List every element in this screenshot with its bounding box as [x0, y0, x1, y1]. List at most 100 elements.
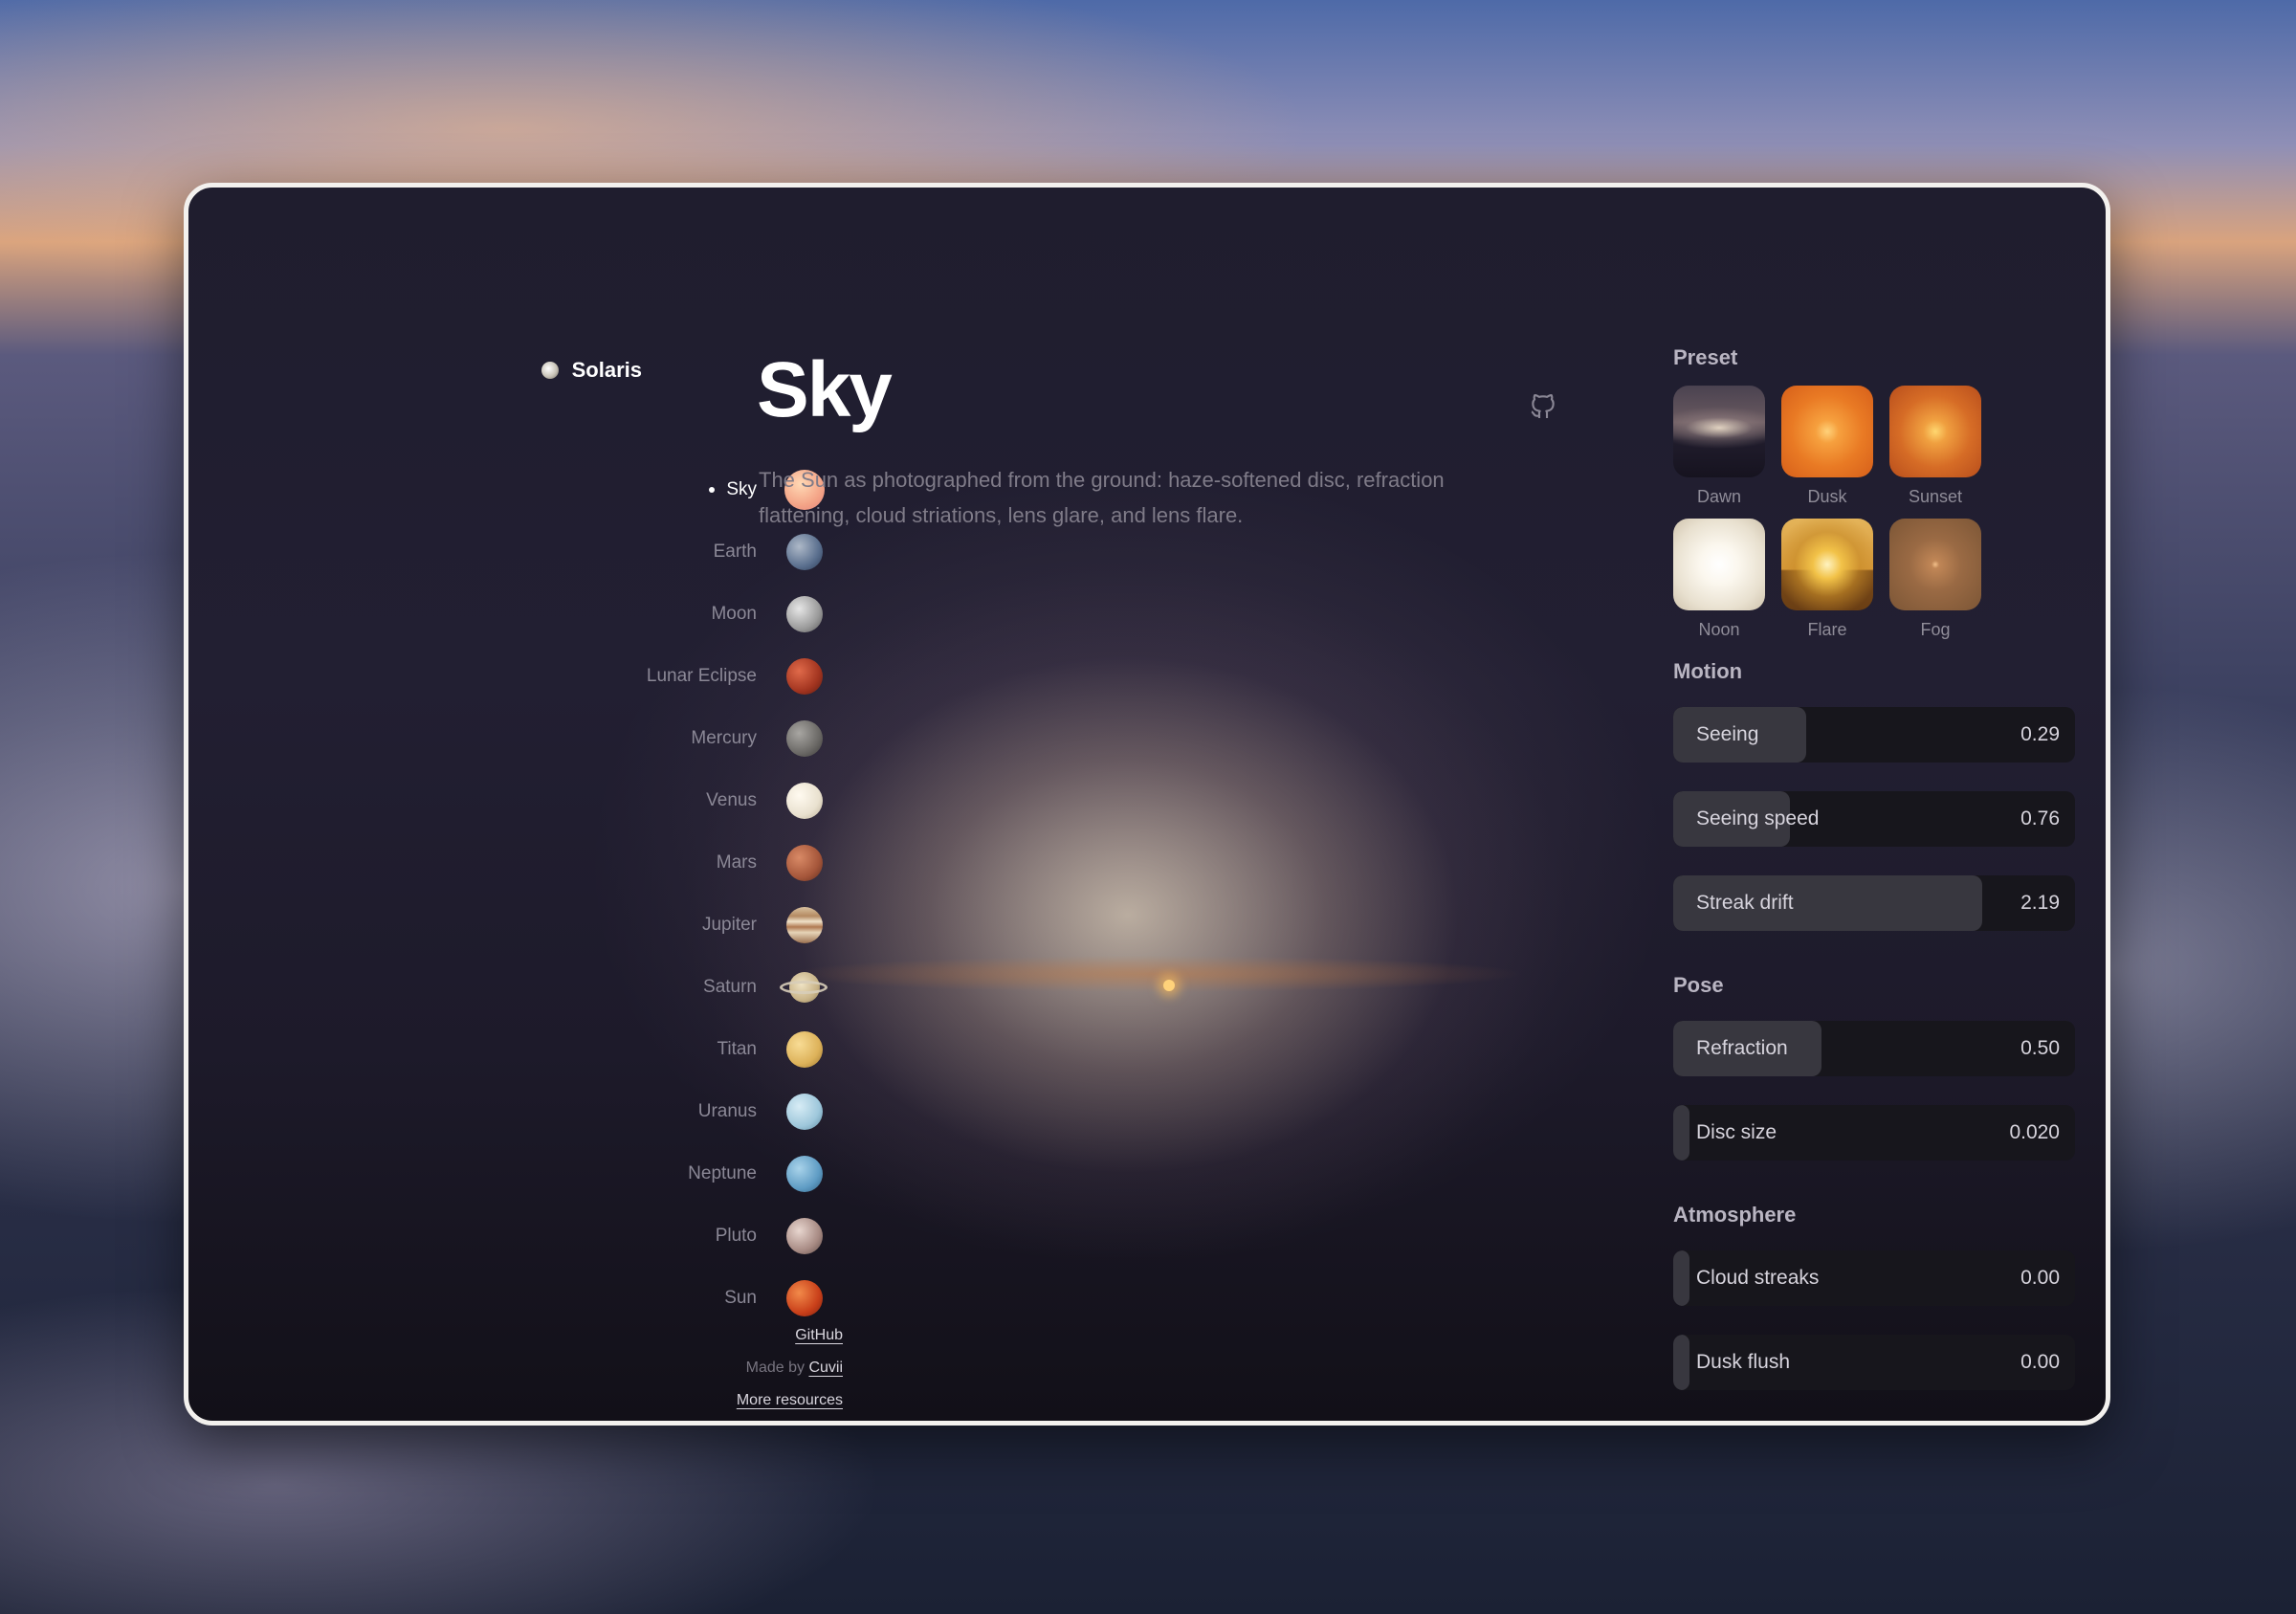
sidebar-item-label: Sky [726, 478, 757, 499]
app-window: Solaris Sky Earth Moon Lunar Eclipse Mer… [184, 183, 2110, 1426]
sidebar-item-pluto[interactable]: Pluto [351, 1205, 839, 1267]
slider-fill [1673, 1250, 1689, 1306]
atmosphere-section-title: Atmosphere [1673, 1203, 1797, 1227]
preset-dusk[interactable]: Dusk [1781, 386, 1873, 507]
sidebar-item-label: Neptune [688, 1162, 757, 1183]
slider-value: 0.50 [2020, 1037, 2060, 1059]
preset-label: Dawn [1696, 487, 1742, 506]
sidebar-item-label: Moon [711, 603, 757, 624]
sidebar-item-label: Mars [716, 851, 757, 873]
sidebar-item-label: Titan [717, 1038, 757, 1059]
brand[interactable]: Solaris [541, 358, 642, 383]
slider-label: Cloud streaks [1696, 1267, 1820, 1289]
slider-label: Seeing speed [1696, 807, 1820, 829]
page-title: Sky [757, 346, 893, 433]
dusk-flush-slider[interactable]: Dusk flush 0.00 [1673, 1335, 2075, 1390]
sidebar-item-label: Earth [713, 541, 757, 562]
preset-dawn[interactable]: Dawn [1673, 386, 1765, 507]
neptune-planet-icon [786, 1155, 823, 1192]
sidebar-item-venus[interactable]: Venus [351, 769, 839, 831]
streak-drift-slider[interactable]: Streak drift 2.19 [1673, 875, 2075, 931]
preset-section-title: Preset [1673, 345, 1738, 369]
titan-planet-icon [786, 1030, 823, 1068]
seeing-speed-slider[interactable]: Seeing speed 0.76 [1673, 791, 2075, 847]
seeing-slider[interactable]: Seeing 0.29 [1673, 707, 2075, 763]
slider-label: Disc size [1696, 1121, 1777, 1143]
sidebar-nav: Sky Earth Moon Lunar Eclipse Mercury Ven… [351, 458, 839, 1329]
solaris-logo-icon [541, 362, 559, 379]
preset-label: Flare [1807, 620, 1847, 639]
slider-value: 0.76 [2020, 807, 2060, 829]
preset-dawn-thumbnail [1673, 386, 1765, 477]
sidebar-item-lunar-eclipse[interactable]: Lunar Eclipse [351, 645, 839, 707]
sun-disc [1163, 980, 1175, 991]
sidebar-item-label: Venus [706, 789, 757, 810]
slider-value: 0.00 [2020, 1267, 2060, 1289]
page-description: The Sun as photographed from the ground:… [759, 468, 1445, 527]
refraction-slider[interactable]: Refraction 0.50 [1673, 1021, 2075, 1076]
slider-value: 0.020 [2009, 1121, 2060, 1143]
preset-label: Sunset [1908, 487, 1963, 506]
sidebar-footer: GitHub Made by Cuvii More resources [737, 1319, 843, 1417]
mercury-planet-icon [786, 719, 823, 757]
sidebar-item-label: Saturn [703, 976, 757, 997]
slider-fill [1673, 1335, 1689, 1390]
saturn-ring-icon [780, 980, 828, 994]
slider-value: 2.19 [2020, 892, 2060, 914]
slider-label: Refraction [1696, 1037, 1788, 1059]
preset-label: Dusk [1807, 487, 1847, 506]
jupiter-planet-icon [786, 906, 823, 943]
slider-value: 0.00 [2020, 1351, 2060, 1373]
made-by-label: Made by [745, 1360, 805, 1376]
more-resources-link[interactable]: More resources [737, 1392, 843, 1408]
preset-sunset-thumbnail [1889, 386, 1981, 477]
preset-sunset[interactable]: Sunset [1889, 386, 1981, 507]
sidebar-item-titan[interactable]: Titan [351, 1018, 839, 1080]
sidebar-item-jupiter[interactable]: Jupiter [351, 894, 839, 956]
preset-dusk-thumbnail [1781, 386, 1873, 477]
uranus-planet-icon [786, 1093, 823, 1130]
lunar-eclipse-planet-icon [786, 657, 823, 695]
moon-planet-icon [786, 595, 823, 632]
github-icon[interactable] [1528, 391, 1558, 422]
motion-section-title: Motion [1673, 659, 1743, 683]
pluto-planet-icon [786, 1217, 823, 1254]
slider-label: Dusk flush [1696, 1351, 1791, 1373]
sidebar-item-uranus[interactable]: Uranus [351, 1080, 839, 1142]
cloud-streaks-slider[interactable]: Cloud streaks 0.00 [1673, 1250, 2075, 1306]
slider-label: Seeing [1696, 723, 1759, 745]
sun-planet-icon [786, 1279, 823, 1316]
disc-size-slider[interactable]: Disc size 0.020 [1673, 1105, 2075, 1161]
sidebar-item-saturn[interactable]: Saturn [351, 956, 839, 1018]
sidebar-item-mercury[interactable]: Mercury [351, 707, 839, 769]
github-link[interactable]: GitHub [795, 1327, 843, 1343]
sidebar-item-moon[interactable]: Moon [351, 583, 839, 645]
sidebar-item-mars[interactable]: Mars [351, 831, 839, 894]
active-bullet-icon [709, 486, 716, 493]
preset-fog[interactable]: Fog [1889, 519, 1981, 640]
sidebar-item-label: Lunar Eclipse [646, 665, 757, 686]
saturn-planet-icon [780, 971, 828, 1003]
sidebar-item-label: Uranus [697, 1100, 757, 1121]
pose-section-title: Pose [1673, 973, 1724, 997]
preset-flare[interactable]: Flare [1781, 519, 1873, 640]
mars-planet-icon [786, 844, 823, 881]
sidebar-item-neptune[interactable]: Neptune [351, 1142, 839, 1205]
venus-planet-icon [786, 782, 823, 819]
preset-label: Noon [1698, 620, 1740, 639]
cuvii-link[interactable]: Cuvii [808, 1360, 843, 1376]
preset-noon[interactable]: Noon [1673, 519, 1765, 640]
sidebar-item-label: Jupiter [701, 914, 757, 935]
sidebar-item-label: Mercury [691, 727, 757, 748]
app-name: Solaris [571, 358, 642, 382]
controls-panel: Preset Dawn Dusk Sunset Noon Flare Fog M… [1673, 345, 2075, 1390]
preset-flare-thumbnail [1781, 519, 1873, 610]
preset-fog-thumbnail [1889, 519, 1981, 610]
earth-planet-icon [786, 533, 823, 570]
preset-noon-thumbnail [1673, 519, 1765, 610]
slider-label: Streak drift [1696, 892, 1794, 914]
sidebar-item-label: Sun [724, 1287, 757, 1308]
preset-grid: Dawn Dusk Sunset Noon Flare Fog [1673, 386, 2075, 640]
sidebar-item-label: Pluto [715, 1225, 757, 1246]
preset-label: Fog [1920, 620, 1951, 639]
